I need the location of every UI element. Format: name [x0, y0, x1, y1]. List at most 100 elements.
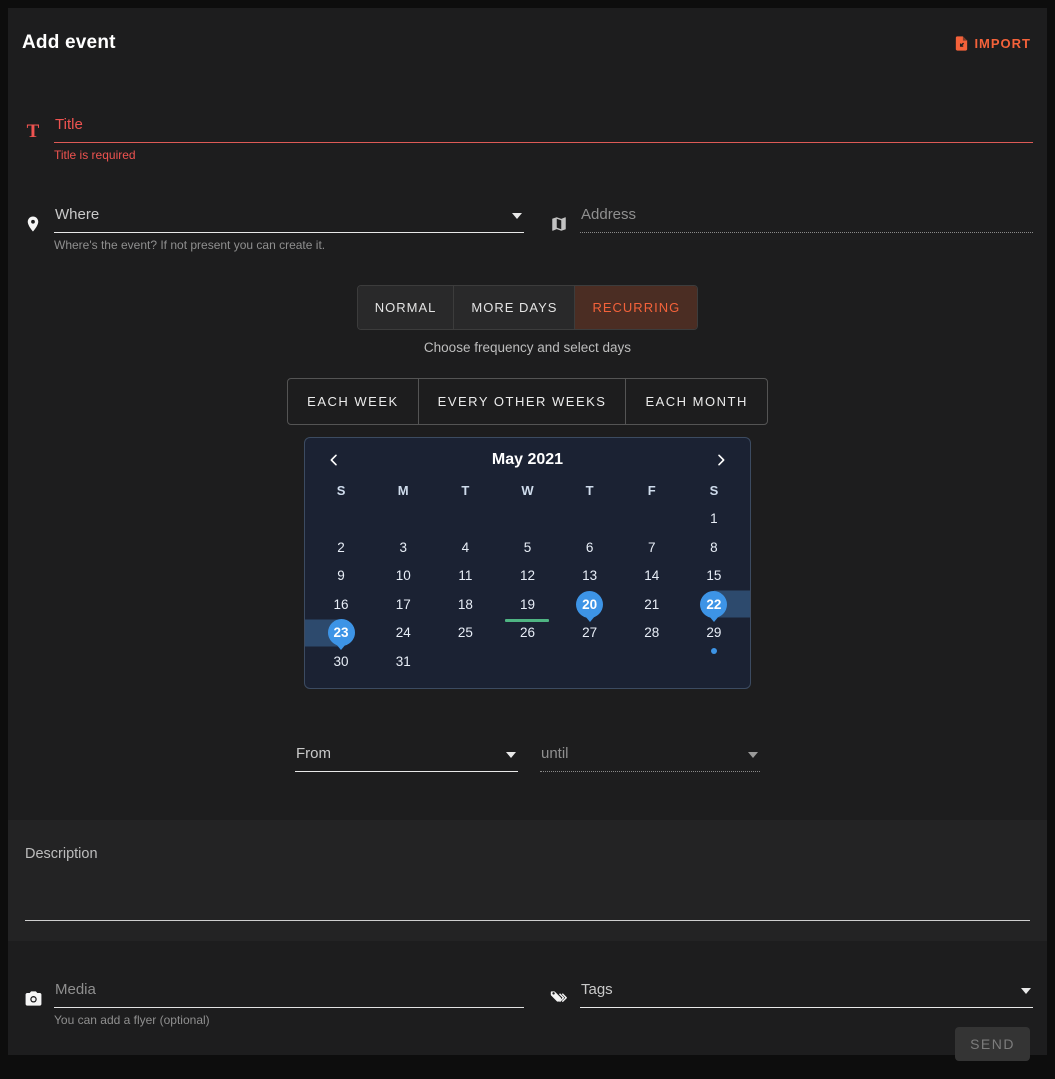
- calendar-day-24[interactable]: 24: [372, 619, 434, 648]
- day-number: 16: [328, 591, 355, 618]
- calendar-day-2[interactable]: 2: [310, 533, 372, 562]
- calendar-day-19[interactable]: 19: [496, 590, 558, 619]
- form-fields: T Title is required Where: [8, 54, 1047, 772]
- calendar-day-empty: [310, 505, 372, 534]
- calendar-day-1[interactable]: 1: [683, 505, 745, 534]
- calendar-day-empty: [621, 505, 683, 534]
- calendar-day-empty: [683, 647, 745, 676]
- day-number: 10: [390, 562, 417, 589]
- address-input[interactable]: [580, 202, 1033, 233]
- day-number: 22: [700, 591, 727, 618]
- import-button[interactable]: IMPORT: [953, 35, 1031, 52]
- until-time-select[interactable]: until: [540, 741, 760, 772]
- send-button[interactable]: SEND: [955, 1027, 1030, 1061]
- description-underline: [25, 920, 1030, 921]
- calendar-day-17[interactable]: 17: [372, 590, 434, 619]
- calendar-day-16[interactable]: 16: [310, 590, 372, 619]
- tab-normal[interactable]: NORMAL: [358, 286, 455, 329]
- time-row: From until: [22, 741, 1033, 772]
- calendar-day-12[interactable]: 12: [496, 562, 558, 591]
- calendar-day-26[interactable]: 26: [496, 619, 558, 648]
- where-select-value: Where: [55, 206, 99, 223]
- day-number: 5: [514, 534, 541, 561]
- day-number: 29: [700, 619, 727, 646]
- frequency-options: EACH WEEK EVERY OTHER WEEKS EACH MONTH: [22, 378, 1033, 425]
- next-month-button[interactable]: [711, 450, 731, 470]
- calendar-day-28[interactable]: 28: [621, 619, 683, 648]
- day-number: 28: [638, 619, 665, 646]
- day-number: 19: [514, 591, 541, 618]
- calendar-day-10[interactable]: 10: [372, 562, 434, 591]
- day-number: 12: [514, 562, 541, 589]
- day-number: 31: [390, 648, 417, 675]
- calendar-day-8[interactable]: 8: [683, 533, 745, 562]
- calendar-day-6[interactable]: 6: [559, 533, 621, 562]
- calendar-day-empty: [434, 647, 496, 676]
- calendar-day-20[interactable]: 20: [559, 590, 621, 619]
- day-number: 25: [452, 619, 479, 646]
- weekday-header: S: [337, 483, 346, 498]
- each-week-button[interactable]: EACH WEEK: [288, 379, 419, 424]
- calendar-day-22[interactable]: 22: [683, 590, 745, 619]
- day-number: 6: [576, 534, 603, 561]
- every-other-weeks-button[interactable]: EVERY OTHER WEEKS: [419, 379, 627, 424]
- chevron-down-icon: [506, 752, 516, 758]
- day-number: 9: [328, 562, 355, 589]
- day-number: 26: [514, 619, 541, 646]
- day-number: 4: [452, 534, 479, 561]
- page-title: Add event: [22, 32, 116, 54]
- calendar-day-13[interactable]: 13: [559, 562, 621, 591]
- weekday-header: M: [398, 483, 409, 498]
- calendar-day-21[interactable]: 21: [621, 590, 683, 619]
- each-month-button[interactable]: EACH MONTH: [626, 379, 766, 424]
- calendar-day-3[interactable]: 3: [372, 533, 434, 562]
- calendar-day-25[interactable]: 25: [434, 619, 496, 648]
- calendar-day-11[interactable]: 11: [434, 562, 496, 591]
- calendar-day-empty: [559, 505, 621, 534]
- calendar-day-4[interactable]: 4: [434, 533, 496, 562]
- calendar: May 2021 SMTWTFS123456789101112131415161…: [304, 437, 751, 689]
- day-number: 30: [328, 648, 355, 675]
- tags-icon: [548, 989, 570, 1008]
- calendar-day-14[interactable]: 14: [621, 562, 683, 591]
- description-label: Description: [25, 846, 1030, 862]
- from-time-select[interactable]: From: [295, 741, 518, 772]
- tab-recurring[interactable]: RECURRING: [575, 286, 697, 329]
- day-number: 8: [700, 534, 727, 561]
- weekday-header: F: [648, 483, 656, 498]
- dialog-footer: SEND: [8, 1027, 1047, 1071]
- camera-icon: [22, 989, 44, 1008]
- location-row: Where: [22, 202, 1033, 233]
- calendar-day-5[interactable]: 5: [496, 533, 558, 562]
- calendar-day-7[interactable]: 7: [621, 533, 683, 562]
- title-input[interactable]: [54, 112, 1033, 143]
- day-number: 3: [390, 534, 417, 561]
- calendar-day-15[interactable]: 15: [683, 562, 745, 591]
- calendar-day-31[interactable]: 31: [372, 647, 434, 676]
- calendar-day-18[interactable]: 18: [434, 590, 496, 619]
- calendar-day-empty: [496, 505, 558, 534]
- frequency-caption: Choose frequency and select days: [22, 340, 1033, 355]
- chevron-down-icon: [512, 213, 522, 219]
- calendar-day-empty: [434, 505, 496, 534]
- calendar-day-23[interactable]: 23: [310, 619, 372, 648]
- media-input[interactable]: [54, 977, 524, 1008]
- media-helper-text: You can add a flyer (optional): [54, 1013, 1033, 1027]
- tab-more-days[interactable]: MORE DAYS: [454, 286, 575, 329]
- weekday-header: W: [521, 483, 533, 498]
- dialog-header: Add event IMPORT: [8, 8, 1047, 54]
- day-number: 17: [390, 591, 417, 618]
- tags-select[interactable]: Tags: [580, 977, 1033, 1008]
- day-number: 11: [452, 562, 479, 589]
- calendar-day-9[interactable]: 9: [310, 562, 372, 591]
- where-select[interactable]: Where: [54, 202, 524, 233]
- from-time-value: From: [296, 745, 331, 762]
- calendar-day-27[interactable]: 27: [559, 619, 621, 648]
- calendar-day-29[interactable]: 29: [683, 619, 745, 648]
- prev-month-button[interactable]: [324, 450, 344, 470]
- weekday-header: S: [710, 483, 719, 498]
- title-field-row: T: [22, 112, 1033, 143]
- calendar-day-30[interactable]: 30: [310, 647, 372, 676]
- description-input[interactable]: [25, 862, 1030, 920]
- until-time-value: until: [541, 745, 569, 762]
